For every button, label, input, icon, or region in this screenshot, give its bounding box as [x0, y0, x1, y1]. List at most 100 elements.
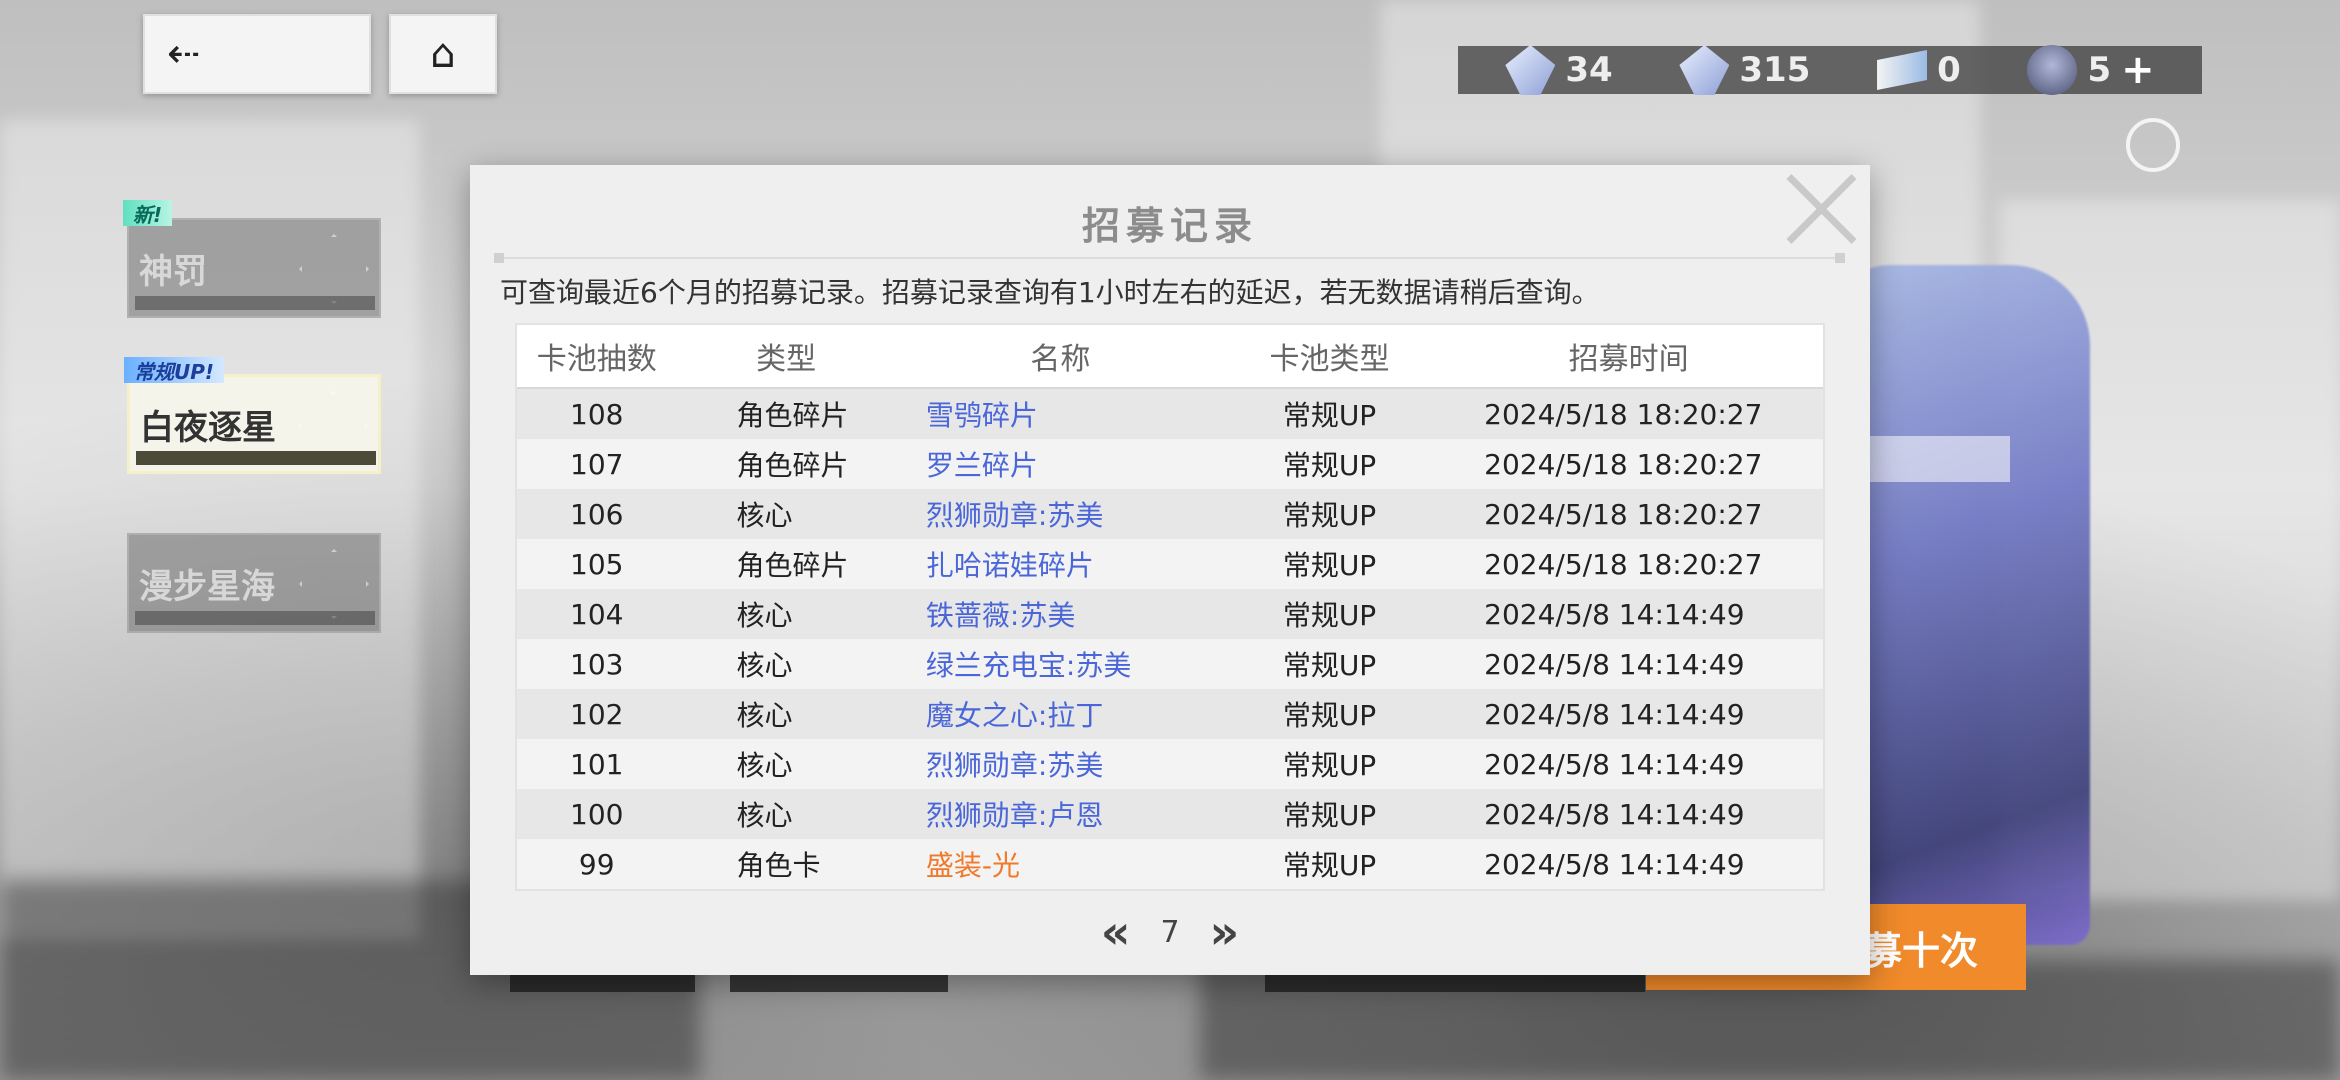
cell-type: 角色卡 — [736, 849, 821, 882]
cell-count: 101 — [570, 747, 624, 781]
currency-ticket: 0 — [1877, 45, 1961, 95]
banner-subtitle-bar — [135, 611, 375, 625]
table-row: 101 核心 烈狮勋章:苏美 常规UP 2024/5/8 14:14:49 — [517, 739, 1823, 789]
banner-card-3[interactable]: 漫步星海 — [127, 533, 381, 633]
currency-crystal: 34 — [1505, 45, 1613, 95]
cell-time: 2024/5/8 14:14:49 — [1484, 697, 1745, 731]
query-notice: 可查询最近6个月的招募记录。招募记录查询有1小时左右的延迟，若无数据请稍后查询。 — [500, 276, 1600, 309]
cell-name: 罗兰碎片 — [925, 449, 1038, 482]
banner-subtitle-bar — [135, 296, 375, 310]
cell-pool: 常规UP — [1282, 399, 1377, 432]
dialog-title: 招募记录 — [1081, 204, 1258, 248]
cell-name: 雪鸮碎片 — [925, 399, 1038, 432]
title-divider — [500, 257, 1845, 259]
cell-time: 2024/5/18 18:20:27 — [1484, 397, 1763, 431]
recruit-record-dialog: 招募记录 可查询最近6个月的招募记录。招募记录查询有1小时左右的延迟，若无数据请… — [470, 165, 1870, 975]
currency-star-crystal: 315 — [1679, 45, 1810, 95]
column-header-name: 名称 — [1030, 342, 1091, 377]
currency-ticket-value: 0 — [1937, 50, 1961, 90]
banner-card-1[interactable]: 新! 神罚 — [123, 200, 381, 318]
crystal-icon — [1505, 45, 1556, 95]
record-table: 卡池抽数 类型 名称 卡池类型 招募时间 108 角色碎片 雪鸮碎片 常规UP … — [515, 323, 1825, 891]
banner-tag-up: 常规UP! — [124, 357, 225, 384]
cell-count: 108 — [570, 397, 624, 431]
cell-name: 盛装-光 — [925, 849, 1021, 882]
banner-tag-new: 新! — [123, 200, 173, 227]
cell-count: 104 — [570, 597, 624, 631]
cell-time: 2024/5/18 18:20:27 — [1484, 547, 1763, 581]
cell-time: 2024/5/18 18:20:27 — [1484, 447, 1763, 481]
cell-type: 角色碎片 — [736, 449, 849, 482]
table-row: 108 角色碎片 雪鸮碎片 常规UP 2024/5/18 18:20:27 — [517, 389, 1823, 439]
next-page-button[interactable]: » — [1210, 909, 1240, 955]
cell-count: 105 — [570, 547, 624, 581]
cell-pool: 常规UP — [1282, 849, 1377, 882]
banner-card-2[interactable]: 常规UP! 白夜逐星 — [124, 357, 381, 474]
cell-pool: 常规UP — [1282, 499, 1377, 532]
table-row: 103 核心 绿兰充电宝:苏美 常规UP 2024/5/8 14:14:49 — [517, 639, 1823, 689]
home-icon: ⌂ — [430, 31, 456, 77]
cell-time: 2024/5/8 14:14:49 — [1484, 597, 1745, 631]
prev-page-button[interactable]: « — [1101, 909, 1131, 955]
table-row: 107 角色碎片 罗兰碎片 常规UP 2024/5/18 18:20:27 — [517, 439, 1823, 489]
cell-type: 核心 — [736, 749, 793, 782]
table-row: 99 角色卡 盛装-光 常规UP 2024/5/8 14:14:49 — [517, 839, 1823, 889]
avatar-icon — [2027, 45, 2078, 95]
cell-count: 103 — [570, 647, 624, 681]
cell-type: 角色碎片 — [736, 549, 849, 582]
cell-count: 107 — [570, 447, 624, 481]
currency-star-crystal-value: 315 — [1739, 50, 1811, 90]
cell-type: 核心 — [736, 699, 793, 732]
current-page: 7 — [1160, 914, 1180, 950]
cell-time: 2024/5/8 14:14:49 — [1484, 647, 1745, 681]
cell-name: 烈狮勋章:苏美 — [925, 499, 1104, 532]
table-row: 106 核心 烈狮勋章:苏美 常规UP 2024/5/18 18:20:27 — [517, 489, 1823, 539]
divider-dot — [494, 253, 504, 263]
cell-type: 核心 — [736, 799, 793, 832]
cell-time: 2024/5/8 14:14:49 — [1484, 847, 1745, 881]
cell-name: 铁蔷薇:苏美 — [925, 599, 1076, 632]
cell-name: 烈狮勋章:苏美 — [925, 749, 1104, 782]
back-arrow-icon: ⇠ — [167, 31, 201, 77]
currency-avatar-value: 5 — [2087, 50, 2112, 90]
cell-type: 核心 — [736, 649, 793, 682]
banner-emblem-icon — [299, 549, 369, 619]
currency-bar: 34 315 0 5 + — [1458, 45, 2202, 95]
add-currency-button[interactable]: + — [2121, 47, 2155, 93]
column-header-count: 卡池抽数 — [536, 342, 657, 377]
cell-pool: 常规UP — [1282, 549, 1377, 582]
cell-count: 106 — [570, 497, 624, 531]
cell-pool: 常规UP — [1282, 599, 1377, 632]
cell-type: 核心 — [736, 599, 793, 632]
cell-name: 烈狮勋章:卢恩 — [925, 799, 1104, 832]
close-button[interactable] — [1778, 167, 1862, 251]
cell-pool: 常规UP — [1282, 449, 1377, 482]
column-header-type: 类型 — [756, 342, 817, 377]
cell-type: 角色碎片 — [736, 399, 849, 432]
table-row: 105 角色碎片 扎哈诺娃碎片 常规UP 2024/5/18 18:20:27 — [517, 539, 1823, 589]
cell-pool: 常规UP — [1282, 799, 1377, 832]
table-row: 102 核心 魔女之心:拉丁 常规UP 2024/5/8 14:14:49 — [517, 689, 1823, 739]
banner-subtitle-bar — [136, 451, 376, 465]
cell-name: 扎哈诺娃碎片 — [925, 549, 1094, 582]
character-name-plate — [1860, 436, 2010, 482]
cell-count: 100 — [570, 797, 624, 831]
record-icon[interactable] — [2126, 118, 2180, 172]
cell-name: 魔女之心:拉丁 — [925, 699, 1104, 732]
column-header-pool: 卡池类型 — [1269, 342, 1390, 377]
cell-pool: 常规UP — [1282, 699, 1377, 732]
cell-pool: 常规UP — [1282, 649, 1377, 682]
currency-avatar[interactable]: 5 + — [2027, 45, 2155, 95]
home-button[interactable]: ⌂ — [389, 14, 497, 94]
cell-time: 2024/5/18 18:20:27 — [1484, 497, 1763, 531]
banner-label: 白夜逐星 — [140, 407, 276, 448]
ticket-icon — [1877, 50, 1928, 90]
cell-time: 2024/5/8 14:14:49 — [1484, 797, 1745, 831]
back-button[interactable]: ⇠ — [143, 14, 371, 94]
cell-time: 2024/5/8 14:14:49 — [1484, 747, 1745, 781]
cell-name: 绿兰充电宝:苏美 — [925, 649, 1132, 682]
banner-emblem-icon — [299, 234, 369, 304]
banner-label: 神罚 — [139, 251, 207, 292]
cell-type: 核心 — [736, 499, 793, 532]
currency-crystal-value: 34 — [1565, 50, 1613, 90]
